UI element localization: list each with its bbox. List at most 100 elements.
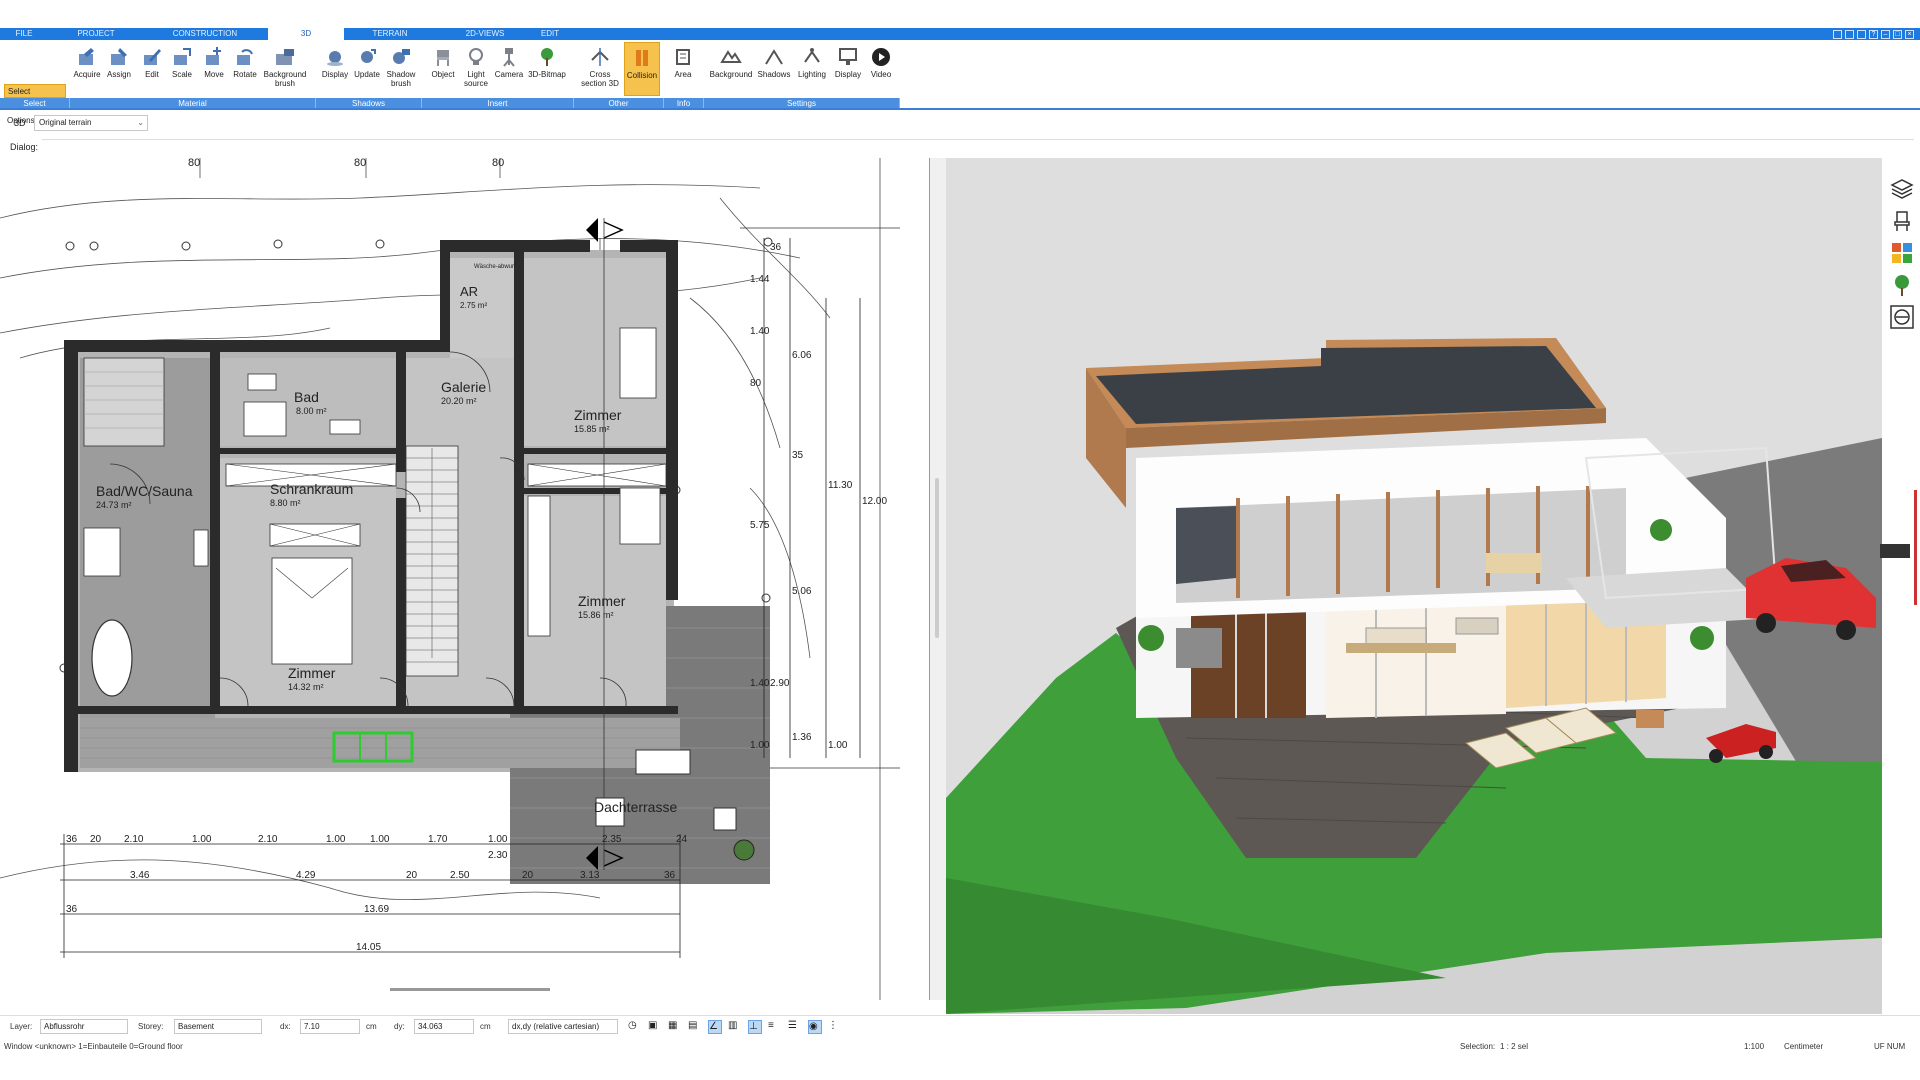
tab-project[interactable]: PROJECT xyxy=(60,28,132,40)
status-flags: UF NUM xyxy=(1874,1042,1906,1051)
ribbon-divider xyxy=(0,108,1920,110)
plan-horizontal-scrollbar[interactable] xyxy=(390,988,550,991)
room-zimmer2-name: Zimmer xyxy=(578,593,626,609)
tree-icon[interactable] xyxy=(1889,272,1915,298)
floor-plan-drawing[interactable]: 80 80 80 Bad 8.00 m² Galerie 20.20 m² Zi… xyxy=(0,158,930,1000)
terrain-select[interactable]: Original terrain ⌄ xyxy=(34,115,148,131)
dim-row2-3: 20 xyxy=(406,870,418,881)
link-icon[interactable] xyxy=(1889,304,1915,330)
quick-undo-icon[interactable] xyxy=(1857,29,1866,39)
3d-view[interactable] xyxy=(946,158,1882,1014)
room-dachterrasse-name: Dachterrasse xyxy=(594,799,677,815)
scale-label: Scale xyxy=(171,70,192,79)
minimize-icon[interactable]: – xyxy=(1881,29,1890,39)
snap-icon[interactable]: ▣ xyxy=(648,1020,662,1034)
collision-button[interactable]: Collision xyxy=(624,42,660,96)
splitter-handle[interactable] xyxy=(935,478,939,638)
tab-construction[interactable]: CONSTRUCTION xyxy=(160,28,250,40)
tab-2d-views[interactable]: 2D-VIEWS xyxy=(450,28,520,40)
clock-icon[interactable]: ◷ xyxy=(628,1020,642,1034)
vdim-9: 1.40 xyxy=(750,678,770,689)
object-label: Object xyxy=(431,70,455,79)
layer-select[interactable]: Abflussrohr xyxy=(40,1019,128,1034)
display-shadows-button[interactable]: Display xyxy=(320,42,350,96)
more-icon[interactable]: ⋮ xyxy=(828,1020,842,1034)
storey-select[interactable]: Basement xyxy=(174,1019,262,1034)
scale-button[interactable]: Scale xyxy=(168,42,196,96)
area-button[interactable]: Area xyxy=(668,42,698,96)
room-ar-area: 2.75 m² xyxy=(460,301,487,310)
dim-bottom-9: 1.00 xyxy=(488,834,508,845)
dy-input[interactable]: 34.063 xyxy=(414,1019,474,1034)
background-brush-button[interactable]: Background brush xyxy=(262,42,308,96)
camera-button[interactable]: Camera xyxy=(494,42,524,96)
tab-edit[interactable]: EDIT xyxy=(530,28,570,40)
background-label: Background xyxy=(709,70,753,79)
status-bar: Window <unknown> 1=Einbauteile 0=Ground … xyxy=(0,1040,1920,1054)
chair-icon[interactable] xyxy=(1889,208,1915,234)
dim-row2-2: 4.29 xyxy=(296,870,316,881)
view-splitter[interactable] xyxy=(930,158,946,1000)
layer-toggle-icon[interactable]: ▤ xyxy=(688,1020,702,1034)
panel-collapse-handle[interactable] xyxy=(1880,544,1910,558)
help-icon[interactable]: ? xyxy=(1869,29,1878,39)
coordinate-mode-select[interactable]: dx,dy (relative cartesian) xyxy=(508,1019,618,1034)
quick-save-icon[interactable] xyxy=(1845,29,1854,39)
video-label: Video xyxy=(870,70,892,79)
update-button[interactable]: Update xyxy=(352,42,382,96)
rotate-button[interactable]: Rotate xyxy=(230,42,260,96)
shadow-brush-button[interactable]: Shadow brush xyxy=(384,42,418,96)
move-button[interactable]: Move xyxy=(200,42,228,96)
lines-icon[interactable]: ☰ xyxy=(788,1020,802,1034)
area-label: Area xyxy=(674,70,692,79)
assign-button[interactable]: Assign xyxy=(104,42,134,96)
update-icon xyxy=(361,49,376,63)
3d-bitmap-button[interactable]: 3D-Bitmap xyxy=(526,42,568,96)
edit-material-button[interactable]: Edit xyxy=(138,42,166,96)
tab-3d[interactable]: 3D xyxy=(268,28,344,40)
3d-scene[interactable] xyxy=(946,158,1882,1014)
dim-row2-5: 20 xyxy=(522,870,534,881)
play-icon xyxy=(872,48,890,66)
tab-terrain[interactable]: TERRAIN xyxy=(360,28,420,40)
angle-icon[interactable]: ∠ xyxy=(708,1020,722,1034)
assign-icon xyxy=(111,48,127,65)
dim-bottom-8: 1.70 xyxy=(428,834,448,845)
cross-section-button[interactable]: Cross section 3D xyxy=(580,42,620,96)
target-icon[interactable]: ◉ xyxy=(808,1020,822,1034)
wall-icon[interactable]: ▥ xyxy=(728,1020,742,1034)
background-settings-button[interactable]: Background xyxy=(708,42,754,96)
floor-plan-2d-view[interactable]: 80 80 80 Bad 8.00 m² Galerie 20.20 m² Zi… xyxy=(0,158,930,1000)
view-label: 3D xyxy=(14,118,26,128)
status-scale: 1:100 xyxy=(1744,1042,1765,1051)
layers-icon[interactable] xyxy=(1889,176,1915,202)
grid-icon[interactable]: ▦ xyxy=(668,1020,682,1034)
display-settings-button[interactable]: Display xyxy=(832,42,864,96)
ortho-icon[interactable]: ⊥ xyxy=(748,1020,762,1034)
select-button[interactable]: Select xyxy=(4,84,66,98)
lighting-button[interactable]: Lighting xyxy=(794,42,830,96)
shadows-settings-button[interactable]: Shadows xyxy=(756,42,792,96)
vdim-6: 35 xyxy=(792,450,804,461)
list-icon[interactable]: ≡ xyxy=(768,1020,782,1034)
vdim-2: 1.44 xyxy=(750,274,770,285)
layer-select-value: Abflussrohr xyxy=(44,1022,85,1031)
dx-input[interactable]: 7.10 xyxy=(300,1019,360,1034)
room-bad-wc-sauna-area: 24.73 m² xyxy=(96,500,132,510)
lighting-label: Lighting xyxy=(797,70,827,79)
acquire-button[interactable]: Acquire xyxy=(72,42,102,96)
palette-icon[interactable] xyxy=(1889,240,1915,266)
room-galerie-name: Galerie xyxy=(441,379,486,395)
object-button[interactable]: Object xyxy=(428,42,458,96)
area-icon xyxy=(676,49,690,65)
dialog-field[interactable] xyxy=(42,139,1914,155)
video-button[interactable]: Video xyxy=(866,42,896,96)
maximize-icon[interactable]: □ xyxy=(1893,29,1902,39)
room-zimmer1-name: Zimmer xyxy=(574,407,622,423)
light-source-button[interactable]: Light source xyxy=(460,42,492,96)
close-icon[interactable]: × xyxy=(1905,29,1914,39)
tab-file[interactable]: FILE xyxy=(4,28,44,40)
quick-tool-icon[interactable] xyxy=(1833,29,1842,39)
dx-unit: cm xyxy=(366,1022,377,1031)
options-bar: Layer: Abflussrohr Storey: Basement dx: … xyxy=(0,1015,1920,1037)
